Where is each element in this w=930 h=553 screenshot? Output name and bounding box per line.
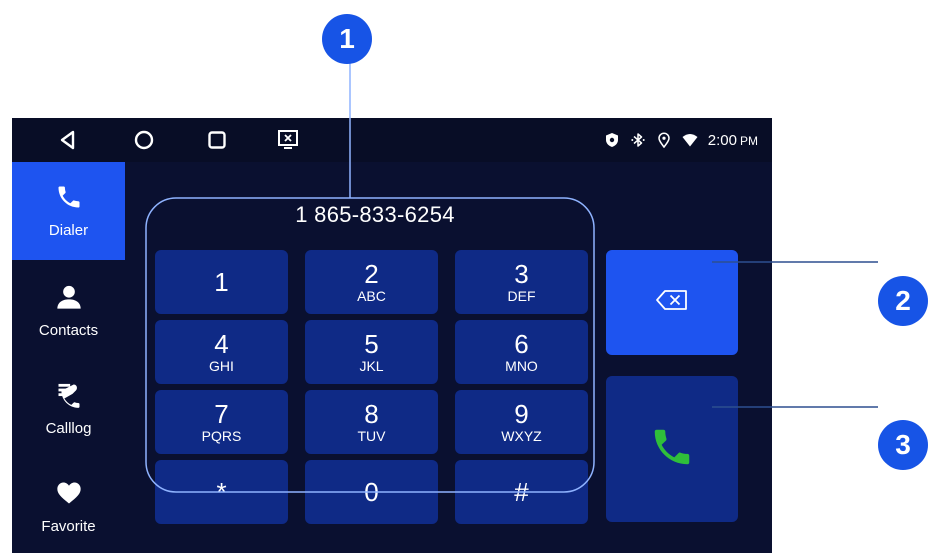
key-digit: 6: [514, 328, 529, 359]
key-digit: 4: [214, 328, 229, 359]
sidebar-item-label: Calllog: [45, 420, 92, 437]
key-digit: 3: [514, 258, 529, 289]
key-4[interactable]: 4 GHI: [155, 320, 288, 384]
key-9[interactable]: 9 WXYZ: [455, 390, 588, 454]
screen-close-icon[interactable]: [276, 128, 300, 152]
backspace-button[interactable]: [606, 250, 738, 355]
phone-icon: [55, 183, 83, 222]
callout-badge-3: 3: [878, 420, 928, 470]
key-letters: MNO: [505, 357, 538, 374]
recents-square-icon[interactable]: [205, 128, 229, 152]
bluetooth-icon: [630, 132, 646, 148]
location-icon: [656, 132, 672, 148]
key-digit: 7: [214, 398, 229, 429]
key-6[interactable]: 6 MNO: [455, 320, 588, 384]
sidebar-item-label: Dialer: [48, 222, 89, 239]
key-letters: DEF: [507, 287, 536, 304]
sidebar-item-favorite[interactable]: Favorite: [12, 458, 125, 553]
status-clock: 2:00 PM: [707, 131, 758, 149]
backspace-icon: [655, 289, 689, 316]
sidebar-item-calllog[interactable]: Calllog: [12, 360, 125, 458]
dialed-number-display: 1 865-833-6254: [295, 202, 455, 227]
status-bar: 2:00 PM: [12, 118, 772, 162]
wifi-icon: [682, 132, 698, 148]
home-circle-icon[interactable]: [132, 128, 156, 152]
key-0[interactable]: 0: [305, 460, 438, 524]
key-letters: JKL: [359, 357, 384, 374]
device-screen: 2:00 PM Dialer Contacts Calllog Favorite…: [12, 118, 772, 553]
status-indicators: 2:00 PM: [604, 118, 758, 162]
key-digit: 2: [364, 258, 379, 289]
sidebar-item-dialer[interactable]: Dialer: [12, 162, 125, 260]
callout-badge-1: 1: [322, 14, 372, 64]
heart-icon: [55, 479, 83, 518]
call-button[interactable]: [606, 376, 738, 522]
key-hash[interactable]: #: [455, 460, 588, 524]
sidebar-item-label: Contacts: [38, 322, 99, 339]
key-letters: WXYZ: [501, 427, 542, 444]
key-digit: 8: [364, 398, 379, 429]
key-1[interactable]: 1: [155, 250, 288, 314]
key-digit: 1: [214, 266, 229, 297]
sidebar: Dialer Contacts Calllog Favorite: [12, 162, 125, 553]
key-8[interactable]: 8 TUV: [305, 390, 438, 454]
key-5[interactable]: 5 JKL: [305, 320, 438, 384]
key-digit: 5: [364, 328, 379, 359]
key-star[interactable]: *: [155, 460, 288, 524]
key-2[interactable]: 2 ABC: [305, 250, 438, 314]
key-letters: ABC: [357, 287, 386, 304]
call-phone-icon: [649, 424, 695, 475]
key-letters: TUV: [357, 427, 386, 444]
key-letters: GHI: [209, 357, 234, 374]
shield-icon: [604, 132, 620, 148]
sidebar-item-contacts[interactable]: Contacts: [12, 262, 125, 360]
key-letters: PQRS: [201, 427, 242, 444]
back-triangle-icon[interactable]: [56, 128, 80, 152]
key-digit: *: [216, 476, 227, 507]
key-digit: 0: [364, 476, 379, 507]
callout-badge-2: 2: [878, 276, 928, 326]
key-7[interactable]: 7 PQRS: [155, 390, 288, 454]
key-digit: 9: [514, 398, 529, 429]
sidebar-item-label: Favorite: [41, 518, 96, 535]
key-3[interactable]: 3 DEF: [455, 250, 588, 314]
call-log-icon: [55, 381, 83, 420]
person-icon: [55, 283, 83, 322]
key-digit: #: [514, 476, 529, 507]
